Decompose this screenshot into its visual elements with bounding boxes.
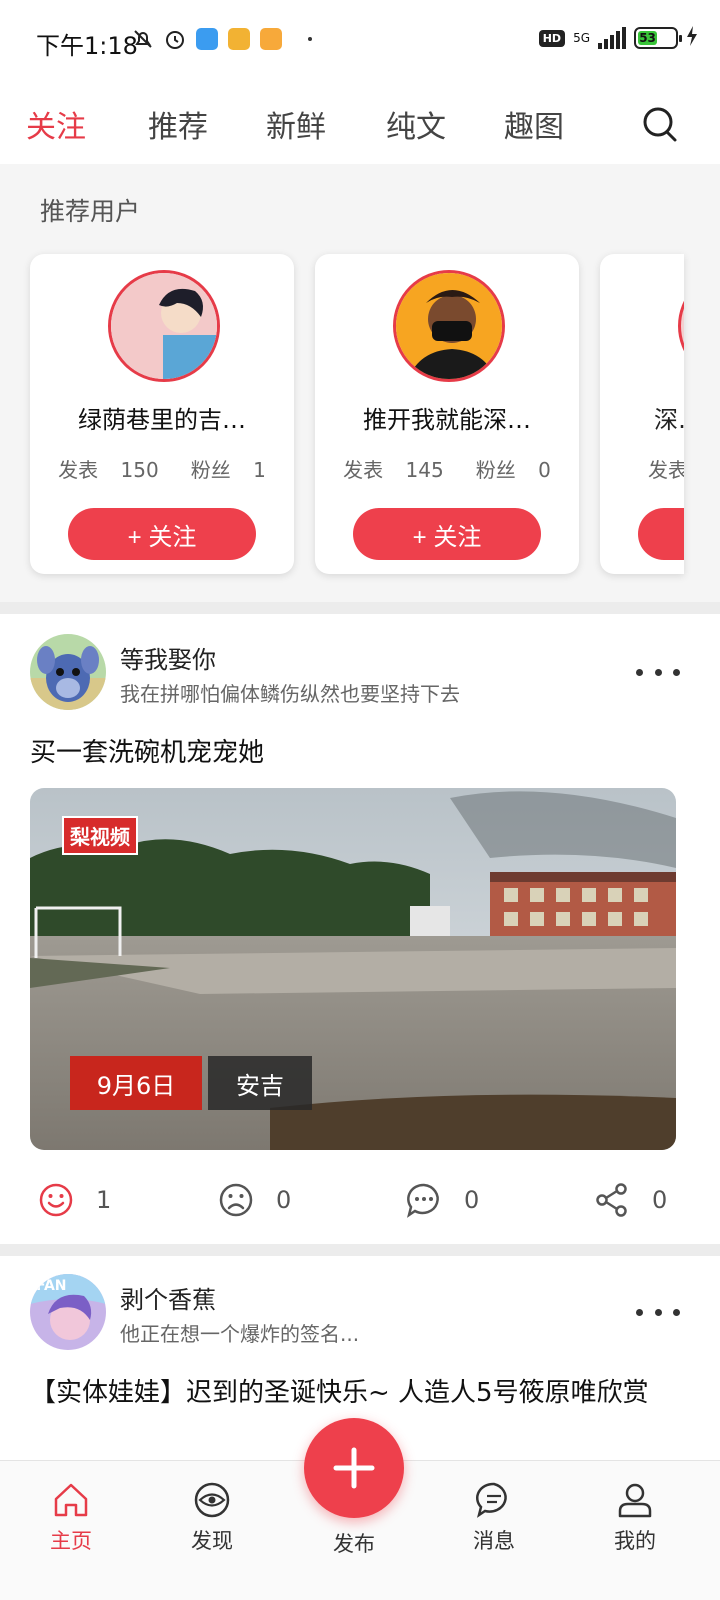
status-right: HD 5G 53 [538,26,698,50]
like-count: 1 [96,1186,112,1214]
smile-icon [39,1183,73,1217]
nav-home-label: 主页 [50,1529,92,1553]
app-notification-icon [196,28,218,50]
network-type: 5G [573,31,590,45]
user-stats: 发表 [648,458,684,482]
alarm-icon [164,28,186,50]
tab-text[interactable]: 纯文 [386,102,446,146]
hd-badge: HD [538,29,566,47]
svg-text:FAN: FAN [36,1278,67,1294]
comment-count: 0 [464,1186,480,1214]
post-signature: 他正在想一个爆炸的签名... [120,1322,360,1346]
nav-mine[interactable]: 我的 [590,1481,680,1555]
divider [0,602,720,614]
share-icon [596,1183,627,1217]
avatar[interactable] [30,634,106,710]
post-username[interactable]: 剥个香蕉 [120,1280,216,1315]
status-bar: 下午1:18 HD 5G 53 [0,0,720,84]
more-options-icon[interactable] [636,660,680,684]
message-icon [476,1482,507,1518]
tab-recommend[interactable]: 推荐 [148,102,208,146]
nav-discover[interactable]: 发现 [167,1481,257,1555]
dislike-count: 0 [276,1186,292,1214]
user-name: 绿荫巷里的吉… [78,406,246,434]
nav-messages-label: 消息 [473,1529,515,1553]
video-date-tag: 9月6日 [70,1056,202,1110]
comment-button[interactable]: 0 [406,1182,479,1218]
nav-discover-label: 发现 [191,1529,233,1553]
search-icon[interactable] [640,104,680,144]
avatar[interactable] [678,270,684,382]
nav-mine-label: 我的 [614,1529,656,1553]
post-actions: 1 0 0 0 [0,1170,720,1230]
battery-icon: 53 [634,27,682,49]
user-card-partial[interactable]: 深… 发表 [600,254,684,574]
share-count: 0 [652,1186,668,1214]
status-time: 下午1:18 [36,32,138,60]
section-title: 推荐用户 [40,197,141,226]
video-source-logo: 梨视频 [62,816,138,855]
top-tab-bar: 关注 推荐 新鲜 纯文 趣图 [0,84,720,164]
tab-fresh[interactable]: 新鲜 [266,102,326,146]
avatar[interactable]: FAN [30,1274,106,1350]
mute-bell-icon [132,28,154,50]
comment-icon [407,1183,439,1218]
post-card: 等我娶你 我在拼哪怕偏体鳞伤纵然也要坚持下去 买一套洗碗机宠宠她 梨视频 9月6… [0,614,720,1244]
status-notification-icons [132,28,312,50]
avatar[interactable] [108,270,220,382]
user-name: 推开我就能深… [363,406,531,434]
charging-icon [686,26,698,50]
user-stats: 发表 150 粉丝 1 [58,458,266,482]
video-place-tag: 安吉 [208,1056,312,1110]
publish-button[interactable] [304,1418,404,1518]
post-username[interactable]: 等我娶你 [120,640,216,675]
signal-icon [598,27,626,49]
post-text[interactable]: 买一套洗碗机宠宠她 [30,734,680,772]
user-stats: 发表 145 粉丝 0 [343,458,551,482]
mail-notification-icon [228,28,250,50]
user-card[interactable]: 绿荫巷里的吉… 发表 150 粉丝 1 + 关注 [30,254,294,574]
follow-button[interactable]: + 关注 [353,508,541,560]
more-notifications-dot [308,37,312,41]
tab-funny-pics[interactable]: 趣图 [504,102,564,146]
sad-face-icon [219,1183,253,1217]
avatar[interactable] [393,270,505,382]
divider [0,1244,720,1256]
publish-label: 发布 [333,1532,375,1556]
plus-icon [333,1447,375,1489]
follow-button[interactable]: + 关注 [68,508,256,560]
post-text[interactable]: 【实体娃娃】迟到的圣诞快乐~ 人造人5号筱原唯欣赏 [30,1374,680,1412]
user-card[interactable]: 推开我就能深… 发表 145 粉丝 0 + 关注 [315,254,579,574]
post-video-thumbnail[interactable]: 梨视频 9月6日 安吉 [30,788,676,1150]
battery-level: 53 [638,31,658,45]
follow-button[interactable] [638,508,684,560]
tab-follow[interactable]: 关注 [26,102,86,146]
notes-notification-icon [260,28,282,50]
more-options-icon[interactable] [636,1300,680,1324]
recommended-users-section: 推荐用户 绿荫巷里的吉… 发表 150 粉丝 1 + 关注 推开我就能深… 发表… [0,164,720,614]
user-icon [618,1483,652,1518]
like-button[interactable]: 1 [38,1182,111,1218]
post-signature: 我在拼哪怕偏体鳞伤纵然也要坚持下去 [120,682,460,706]
dislike-button[interactable]: 0 [218,1182,291,1218]
eye-icon [194,1482,230,1518]
share-button[interactable]: 0 [594,1182,667,1218]
home-icon [54,1483,88,1517]
user-name: 深… [654,406,684,434]
nav-home[interactable]: 主页 [26,1481,116,1555]
nav-messages[interactable]: 消息 [449,1481,539,1555]
